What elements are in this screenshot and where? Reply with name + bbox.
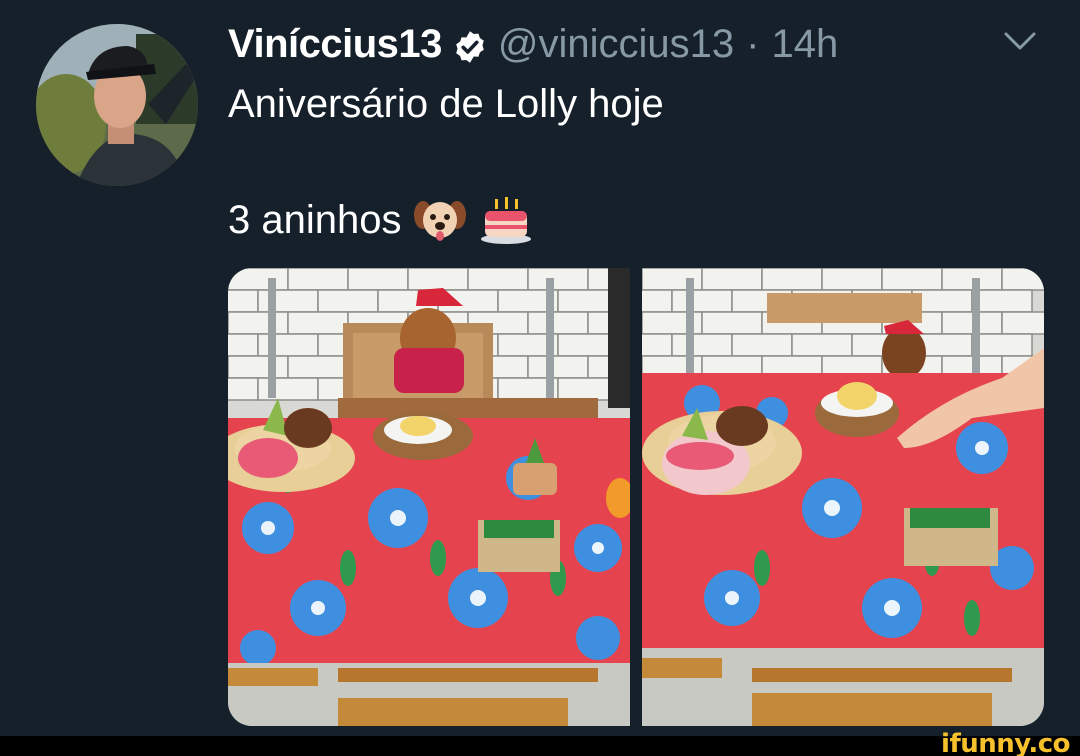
avatar-photo	[36, 24, 198, 186]
chevron-down-icon[interactable]	[1000, 26, 1040, 56]
user-handle[interactable]: @viniccius13	[498, 18, 734, 70]
display-name[interactable]: Viníccius13	[228, 18, 442, 70]
verified-badge-icon	[452, 26, 488, 63]
photo-right[interactable]	[642, 268, 1044, 726]
tweet-text-line-2: 3 aninhos	[228, 194, 533, 246]
avatar[interactable]	[36, 24, 198, 186]
tweet-header: Viníccius13 @viniccius13 · 14h	[228, 18, 838, 70]
birthday-cake-emoji	[479, 195, 533, 245]
tweet-media[interactable]	[228, 268, 1044, 726]
tweet-timestamp[interactable]: 14h	[771, 18, 838, 70]
footer-bar	[0, 736, 1080, 756]
dog-face-emoji	[413, 195, 467, 245]
photo-left[interactable]	[228, 268, 630, 726]
tweet-text-aninhos: 3 aninhos	[228, 198, 402, 242]
tweet-text-line-1: Aniversário de Lolly hoje	[228, 82, 664, 126]
separator-dot: ·	[746, 22, 760, 66]
watermark-logo: ifunny.co	[941, 729, 1070, 756]
